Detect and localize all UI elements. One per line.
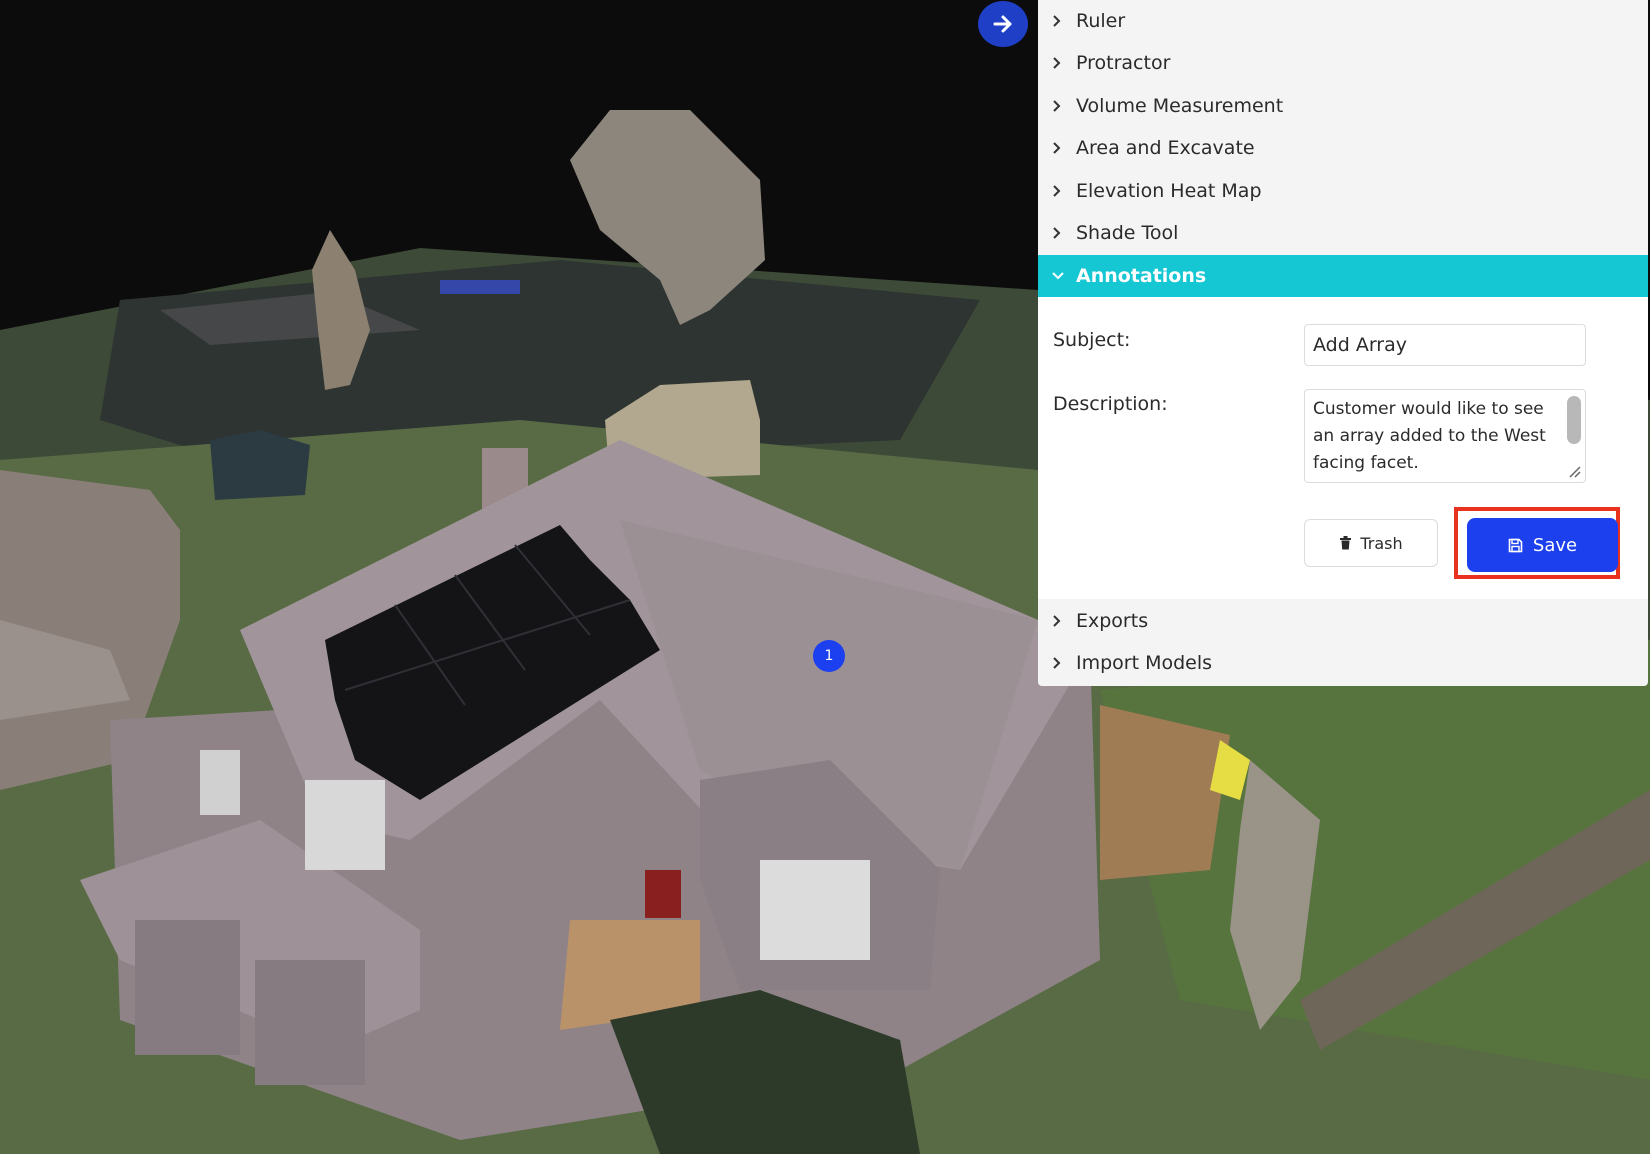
tool-ruler[interactable]: Ruler	[1038, 0, 1648, 42]
trash-button[interactable]: Trash	[1304, 519, 1438, 567]
upper-window	[305, 780, 385, 870]
pool-shape	[440, 280, 520, 294]
tool-label: Exports	[1076, 610, 1149, 632]
chevron-right-icon	[1052, 57, 1066, 69]
tool-label: Shade Tool	[1076, 222, 1179, 244]
tool-elevation-heat-map[interactable]: Elevation Heat Map	[1038, 170, 1648, 212]
tool-annotations[interactable]: Annotations	[1038, 255, 1648, 297]
deck	[1100, 705, 1230, 880]
tool-label: Area and Excavate	[1076, 137, 1255, 159]
subject-label: Subject:	[1053, 329, 1131, 351]
front-door	[645, 870, 681, 918]
description-field: Customer would like to see an array adde…	[1304, 389, 1586, 483]
garage-door-left	[135, 920, 240, 1055]
tool-shade-tool[interactable]: Shade Tool	[1038, 212, 1648, 254]
description-label: Description:	[1053, 393, 1168, 415]
tool-protractor[interactable]: Protractor	[1038, 42, 1648, 84]
3d-model-viewport[interactable]: 1 Ruler Protractor Volume Measurement Ar…	[0, 0, 1650, 1154]
tool-area-and-excavate[interactable]: Area and Excavate	[1038, 127, 1648, 169]
annotation-marker[interactable]: 1	[813, 640, 845, 672]
front-window	[760, 860, 870, 960]
chevron-down-icon	[1052, 271, 1066, 281]
tool-exports[interactable]: Exports	[1038, 600, 1648, 642]
tool-label: Elevation Heat Map	[1076, 180, 1262, 202]
floppy-disk-icon	[1508, 538, 1523, 552]
tool-label: Annotations	[1076, 265, 1207, 287]
tool-label: Ruler	[1076, 10, 1126, 32]
tool-volume-measurement[interactable]: Volume Measurement	[1038, 85, 1648, 127]
chevron-right-icon	[1052, 15, 1066, 27]
chevron-right-icon	[1052, 142, 1066, 154]
arrow-right-icon	[993, 15, 1012, 33]
tool-label: Import Models	[1076, 652, 1213, 674]
trash-icon	[1340, 536, 1352, 550]
tool-import-models[interactable]: Import Models	[1038, 642, 1648, 684]
tool-label: Protractor	[1076, 52, 1171, 74]
annotation-marker-label: 1	[824, 648, 834, 664]
save-button-label: Save	[1532, 534, 1578, 556]
subject-input[interactable]	[1304, 324, 1586, 366]
trash-button-label: Trash	[1360, 533, 1403, 553]
chevron-right-icon	[1052, 657, 1066, 669]
tool-label: Volume Measurement	[1076, 95, 1284, 117]
resize-grip-icon[interactable]	[1567, 464, 1581, 478]
chevron-right-icon	[1052, 100, 1066, 112]
collapse-panel-button[interactable]	[978, 1, 1028, 47]
annotation-form: Subject: Description: Customer would lik…	[1038, 297, 1648, 599]
chevron-right-icon	[1052, 615, 1066, 627]
save-button[interactable]: Save	[1467, 518, 1618, 572]
tools-panel: Ruler Protractor Volume Measurement Area…	[1038, 0, 1648, 686]
chevron-right-icon	[1052, 227, 1066, 239]
chevron-right-icon	[1052, 185, 1066, 197]
garage-door-right	[255, 960, 365, 1085]
side-window	[200, 750, 240, 815]
description-input[interactable]: Customer would like to see an array adde…	[1305, 390, 1585, 482]
trampoline	[210, 430, 310, 500]
description-scrollbar[interactable]	[1567, 396, 1581, 444]
